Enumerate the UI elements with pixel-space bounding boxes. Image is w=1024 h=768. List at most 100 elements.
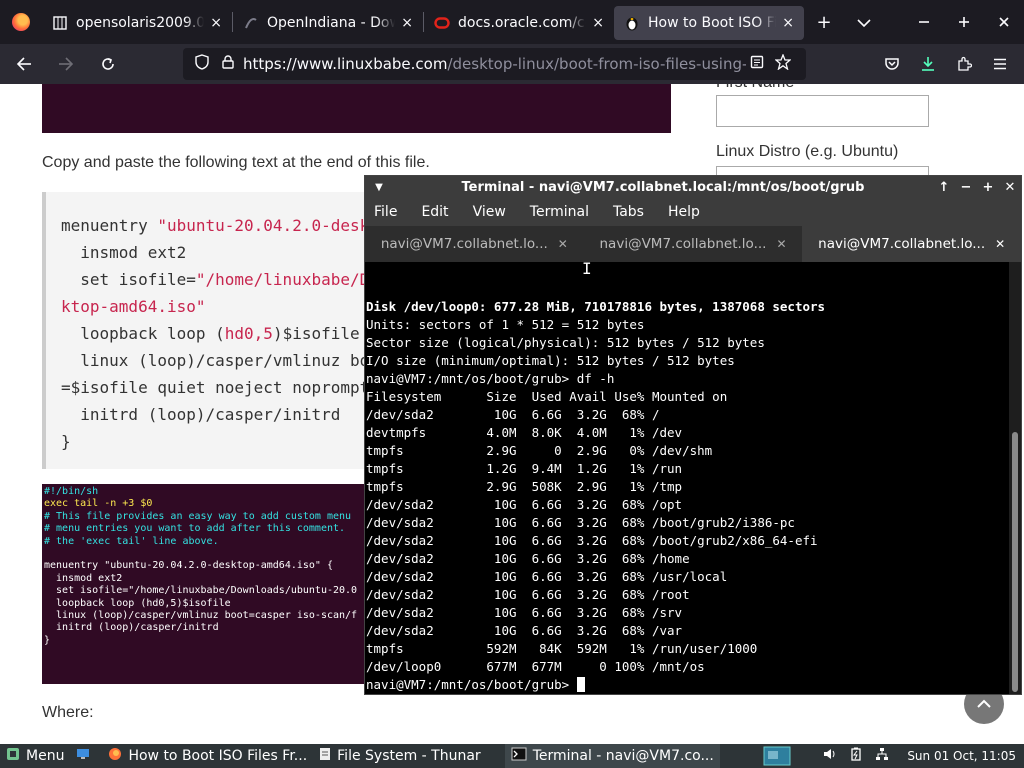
close-icon[interactable]: ✕ [995,237,1005,251]
url-bar[interactable]: https://www.linuxbabe.com/desktop-linux/… [183,48,806,80]
terminal-tab-1[interactable]: navi@VM7.collabnet.lo... ✕ [365,226,584,262]
code-line: menuentry "ubuntu-20.04.2.0-desk [61,212,402,239]
browser-tab-openindiana[interactable]: OpenIndiana - Download × [233,6,423,40]
oracle-icon [434,15,450,31]
lock-icon[interactable] [217,55,239,73]
downloads-icon[interactable] [912,48,944,80]
terminal-line: /dev/sda2 10G 6.6G 3.2G 68% /root [366,587,690,602]
network-icon[interactable] [869,747,895,765]
tracking-shield-icon[interactable] [191,54,213,74]
terminal-line: /dev/sda2 10G 6.6G 3.2G 68% /boot/grub2/… [366,515,795,530]
firefox-logo-icon[interactable] [0,0,42,44]
terminal-scrollbar[interactable] [1009,262,1021,694]
browser-tab-linuxbabe[interactable]: How to Boot ISO Files × [614,6,804,40]
terminal-line: I/O size (minimum/optimal): 512 bytes / … [366,353,735,368]
clock[interactable]: Sun 01 Oct, 11:05 [907,749,1016,763]
window-menu-icon[interactable]: ▼ [365,182,393,193]
code-line: insmod ext2 [61,239,402,266]
firefox-icon [108,747,122,765]
terminal-tab-2[interactable]: navi@VM7.collabnet.lo... ✕ [584,226,803,262]
reload-icon[interactable] [90,48,126,80]
code-line: ktop-amd64.iso" [61,293,402,320]
list-tabs-icon[interactable] [844,12,884,33]
taskbar-item-firefox[interactable]: How to Boot ISO Files Fr... [102,744,313,768]
browser-tab-opensolaris[interactable]: opensolaris2009.06 × [42,6,232,40]
image-text-line: # menu entries you want to add after thi… [44,523,346,535]
close-icon[interactable]: ✕ [776,237,786,251]
new-tab-button[interactable]: + [804,12,844,33]
battery-icon[interactable] [843,747,869,765]
terminal-output[interactable]: Disk /dev/loop0: 677.28 MiB, 710178816 b… [365,262,1005,694]
close-icon[interactable]: × [210,15,222,31]
terminal-output-lines: Units: sectors of 1 * 512 = 512 bytes Se… [366,317,818,674]
code-block[interactable]: menuentry "ubuntu-20.04.2.0-desk insmod … [42,192,402,469]
image-text-line: # This file provides an easy way to add … [44,510,352,522]
image-text-line: } [44,634,51,646]
scrollbar-thumb[interactable] [1012,432,1018,692]
browser-tab-bar: opensolaris2009.06 × OpenIndiana - Downl… [0,0,1024,44]
taskbar-item-label: Terminal - navi@VM7.co... [532,748,714,764]
minimize-icon[interactable] [904,12,944,33]
terminal-line: navi@VM7:/mnt/os/boot/grub> df -h [366,371,615,386]
code-string: "ubuntu-20.04.2.0-desk [157,216,370,235]
first-name-input[interactable] [716,95,929,127]
terminal-line: /dev/sda2 10G 6.6G 3.2G 68% /var [366,623,683,638]
terminal-line: devtmpfs 4.0M 8.0K 4.0M 1% /dev [366,425,683,440]
code-line: set isofile="/home/linuxbabe/D [61,266,402,293]
window-close-icon[interactable] [984,12,1024,33]
start-menu-button[interactable]: Menu [0,744,70,768]
hamburger-menu-icon[interactable] [984,48,1016,80]
terminal-line: /dev/sda2 10G 6.6G 3.2G 68% /usr/local [366,569,728,584]
terminal-line: /dev/sda2 10G 6.6G 3.2G 68% /opt [366,497,683,512]
close-icon[interactable]: × [782,15,794,31]
image-text-line: set isofile="/home/linuxbabe/Downloads/u… [44,585,358,597]
back-icon[interactable] [6,48,42,80]
desktop-icon [76,748,90,764]
menu-edit[interactable]: Edit [421,204,448,220]
linux-penguin-icon [624,15,640,31]
window-close-icon[interactable]: ✕ [999,180,1021,195]
close-icon[interactable]: ✕ [558,237,568,251]
code-line: initrd (loop)/casper/initrd [61,401,402,428]
terminal-title-bar[interactable]: ▼ Terminal - navi@VM7.collabnet.local:/m… [365,176,1021,198]
reader-view-icon[interactable] [746,55,768,73]
window-maximize-icon[interactable]: + [977,180,999,195]
workspace-switcher[interactable] [757,744,797,768]
menu-file[interactable]: File [374,204,397,220]
code-string: "/home/linuxbabe/D [195,270,370,289]
image-text-line: #!/bin/sh [44,486,99,497]
menu-tabs[interactable]: Tabs [613,204,644,220]
window-up-icon[interactable]: ↑ [933,180,955,195]
show-desktop-button[interactable] [70,744,102,768]
window-minimize-icon[interactable]: − [955,180,977,195]
volume-icon[interactable] [817,748,843,764]
terminal-tab-bar: navi@VM7.collabnet.lo... ✕ navi@VM7.coll… [365,226,1022,262]
menu-terminal[interactable]: Terminal [530,204,589,220]
code-line: } [61,428,402,455]
browser-nav-bar: https://www.linuxbabe.com/desktop-linux/… [0,44,1024,84]
terminal-tab-label: navi@VM7.collabnet.lo... [599,236,767,252]
image-text-line: exec tail -n +3 $0 [44,498,153,510]
terminal-line: Units: sectors of 1 * 512 = 512 bytes [366,317,645,332]
browser-tab-oracle[interactable]: docs.oracle.com/cd × [424,6,614,40]
url-text[interactable]: https://www.linuxbabe.com/desktop-linux/… [243,55,746,73]
taskbar-item-terminal[interactable]: Terminal - navi@VM7.co... [504,744,720,768]
terminal-screenshot-image: #!/bin/sh exec tail -n +3 $0 # This file p… [42,484,382,684]
code-line: =$isofile quiet noeject noprompt [61,374,402,401]
bookmark-star-icon[interactable] [772,53,794,74]
taskbar-item-thunar[interactable]: File System - Thunar [313,744,487,768]
code-text: initrd (loop)/casper/initrd [61,405,341,424]
extensions-icon[interactable] [948,48,980,80]
terminal-line: Sector size (logical/physical): 512 byte… [366,335,765,350]
forward-icon[interactable] [48,48,84,80]
pocket-icon[interactable] [876,48,908,80]
menu-view[interactable]: View [473,204,506,220]
copy-instruction-text: Copy and paste the following text at the… [42,154,430,171]
menu-help[interactable]: Help [668,204,700,220]
terminal-window[interactable]: ▼ Terminal - navi@VM7.collabnet.local:/m… [364,175,1022,695]
article-image-top [42,84,671,133]
terminal-tab-3[interactable]: navi@VM7.collabnet.lo... ✕ [802,226,1022,262]
maximize-icon[interactable] [944,12,984,33]
close-icon[interactable]: × [401,15,413,31]
close-icon[interactable]: × [592,15,604,31]
